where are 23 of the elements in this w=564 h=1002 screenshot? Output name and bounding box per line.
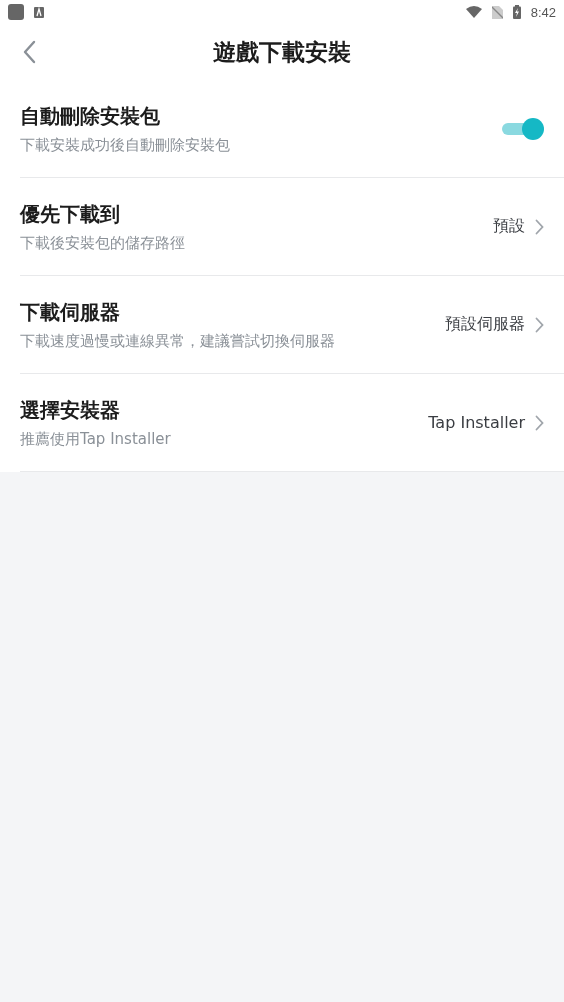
setting-description: 下載後安裝包的儲存路徑 [20,233,186,253]
setting-title: 優先下載到 [20,200,121,228]
setting-description: 下載速度過慢或連線異常，建議嘗試切換伺服器 [20,331,336,351]
setting-value-link[interactable]: 預設伺服器 [445,314,544,335]
chevron-right-icon [535,218,544,235]
setting-title: 下載伺服器 [20,298,121,326]
setting-value-link[interactable]: Tap Installer [428,413,544,432]
back-chevron-icon [23,40,37,64]
setting-description: 下載安裝成功後自動刪除安裝包 [20,135,231,155]
clock-time: 8:42 [530,4,556,20]
setting-description: 推薦使用Tap Installer [20,429,172,449]
setting-value-link[interactable]: 預設 [493,216,544,237]
toggle-switch[interactable] [502,117,544,140]
battery-charging-icon [512,5,521,19]
page-title: 遊戲下載安裝 [213,37,351,67]
chevron-right-icon [535,316,544,333]
setting-title: 自動刪除安裝包 [20,102,161,130]
setting-title: 選擇安裝器 [20,396,121,424]
app-notification-icon [8,4,24,20]
notification-icon [34,6,44,18]
wifi-icon [465,6,482,18]
chevron-right-icon [535,414,544,431]
no-sim-icon [491,5,503,19]
